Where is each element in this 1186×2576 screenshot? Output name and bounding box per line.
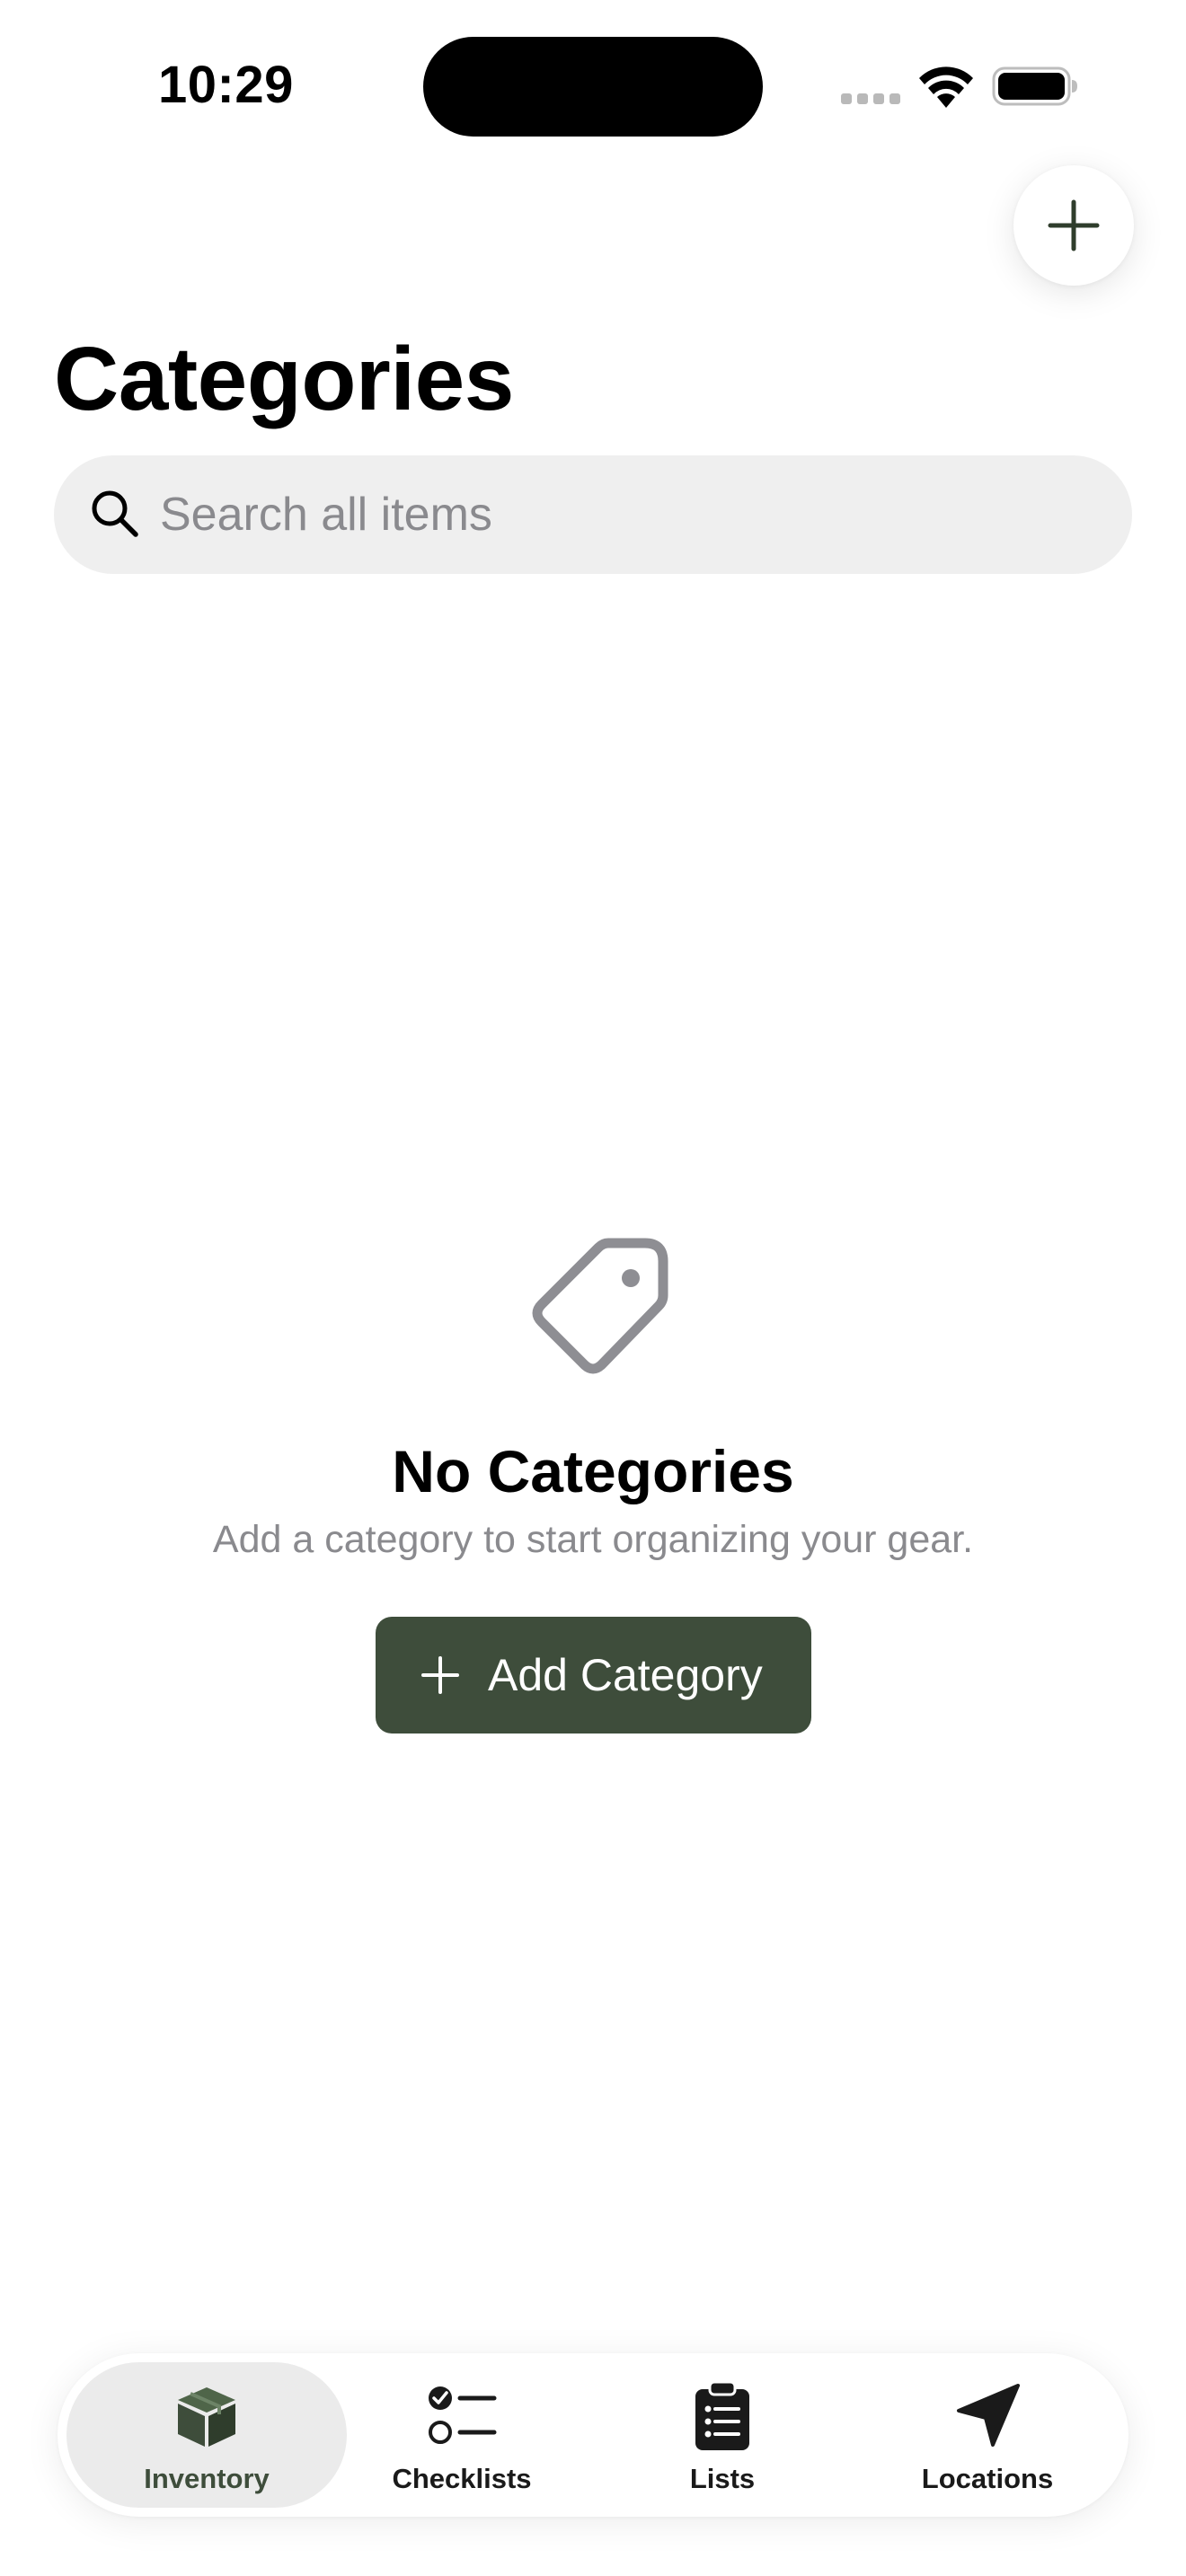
location-arrow-icon bbox=[957, 2384, 1020, 2447]
wifi-icon bbox=[919, 66, 973, 108]
add-button[interactable] bbox=[1013, 165, 1134, 286]
add-category-button[interactable]: Add Category bbox=[376, 1617, 811, 1734]
tag-icon bbox=[532, 1238, 668, 1374]
tab-inventory[interactable]: Inventory bbox=[66, 2362, 347, 2508]
status-time: 10:29 bbox=[158, 56, 294, 114]
tab-lists[interactable]: Lists bbox=[624, 2362, 821, 2508]
tab-label: Checklists bbox=[392, 2463, 532, 2494]
search-bar[interactable] bbox=[54, 455, 1132, 574]
checklist-icon bbox=[429, 2386, 497, 2444]
search-input[interactable] bbox=[160, 455, 1094, 574]
battery-icon bbox=[992, 66, 1077, 106]
dynamic-island bbox=[423, 37, 763, 137]
empty-state-subtitle: Add a category to start organizing your … bbox=[212, 1518, 974, 1561]
page-title: Categories bbox=[54, 329, 514, 429]
plus-icon bbox=[1048, 199, 1100, 251]
add-category-label: Add Category bbox=[488, 1650, 763, 1700]
tab-locations[interactable]: Locations bbox=[875, 2362, 1100, 2508]
box-icon bbox=[178, 2387, 235, 2447]
tab-label: Inventory bbox=[144, 2463, 270, 2494]
empty-state-title: No Categories bbox=[392, 1438, 794, 1504]
search-icon bbox=[92, 490, 138, 537]
tab-bar: Inventory Checklists Lists Locations bbox=[58, 2353, 1128, 2517]
tab-label: Lists bbox=[689, 2463, 756, 2494]
cellular-signal-icon bbox=[841, 93, 902, 106]
clipboard-icon bbox=[695, 2380, 749, 2450]
tab-checklists[interactable]: Checklists bbox=[363, 2362, 561, 2508]
plus-icon bbox=[421, 1656, 459, 1694]
tab-label: Locations bbox=[921, 2463, 1054, 2494]
